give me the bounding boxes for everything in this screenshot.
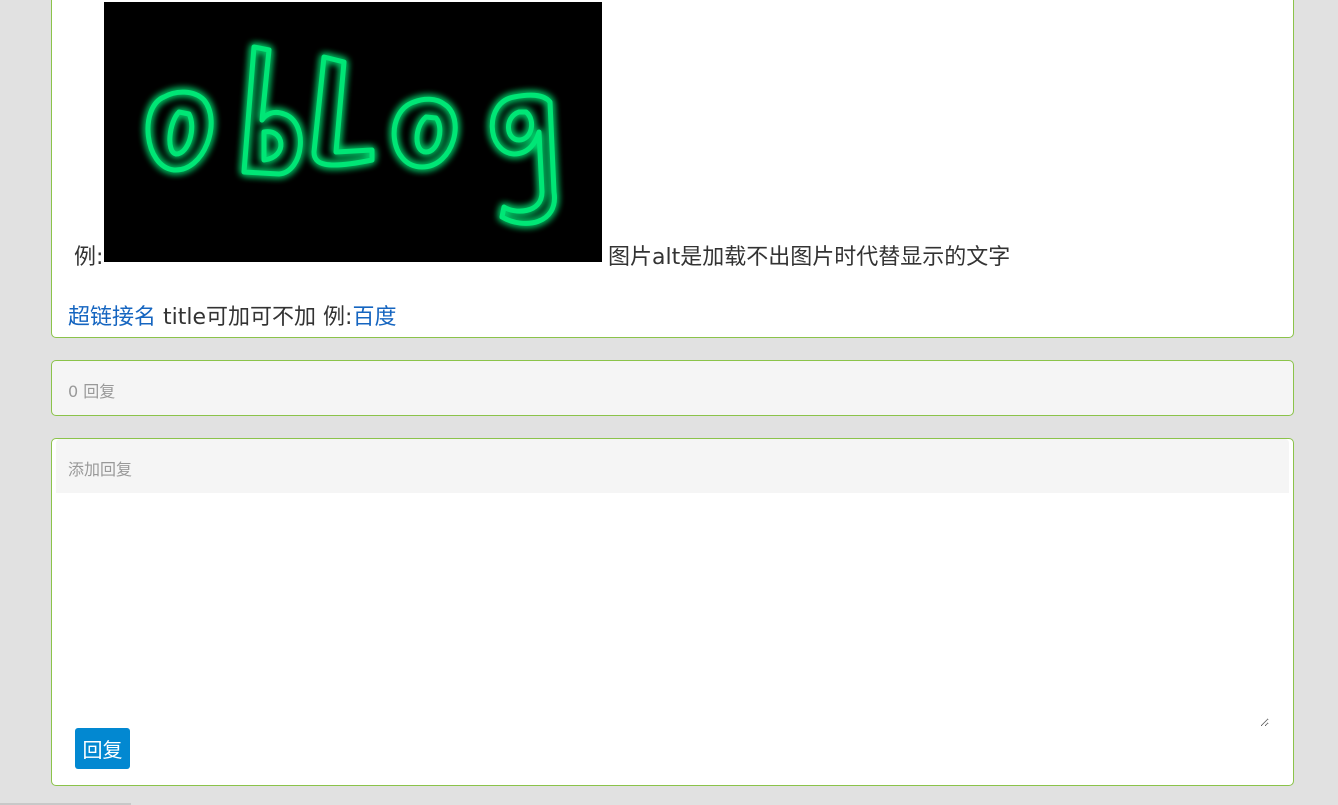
reply-count: 0 回复 bbox=[68, 382, 116, 401]
reply-textarea[interactable] bbox=[72, 493, 1269, 727]
link-description: title可加可不加 例: bbox=[156, 305, 353, 330]
add-reply-title: 添加回复 bbox=[68, 460, 133, 479]
oblog-logo-graphic bbox=[145, 44, 557, 226]
add-reply-header: 添加回复 bbox=[56, 439, 1289, 493]
oblog-logo-image bbox=[104, 2, 602, 262]
post-content-panel: 例: 图片alt是加载不出图片时代替显示的文字 超链接名 title可加可不加 … bbox=[51, 0, 1294, 338]
image-alt-description: 图片alt是加载不出图片时代替显示的文字 bbox=[608, 245, 1011, 270]
reply-count-panel: 0 回复 bbox=[51, 360, 1294, 416]
baidu-link[interactable]: 百度 bbox=[352, 305, 396, 330]
reply-submit-button[interactable]: 回复 bbox=[75, 728, 130, 769]
image-example-prefix: 例: bbox=[74, 245, 104, 270]
link-example-line: 超链接名 title可加可不加 例:百度 bbox=[68, 299, 396, 331]
hyperlink-name-link[interactable]: 超链接名 bbox=[68, 305, 156, 330]
add-reply-panel: 添加回复 回复 bbox=[51, 438, 1294, 786]
